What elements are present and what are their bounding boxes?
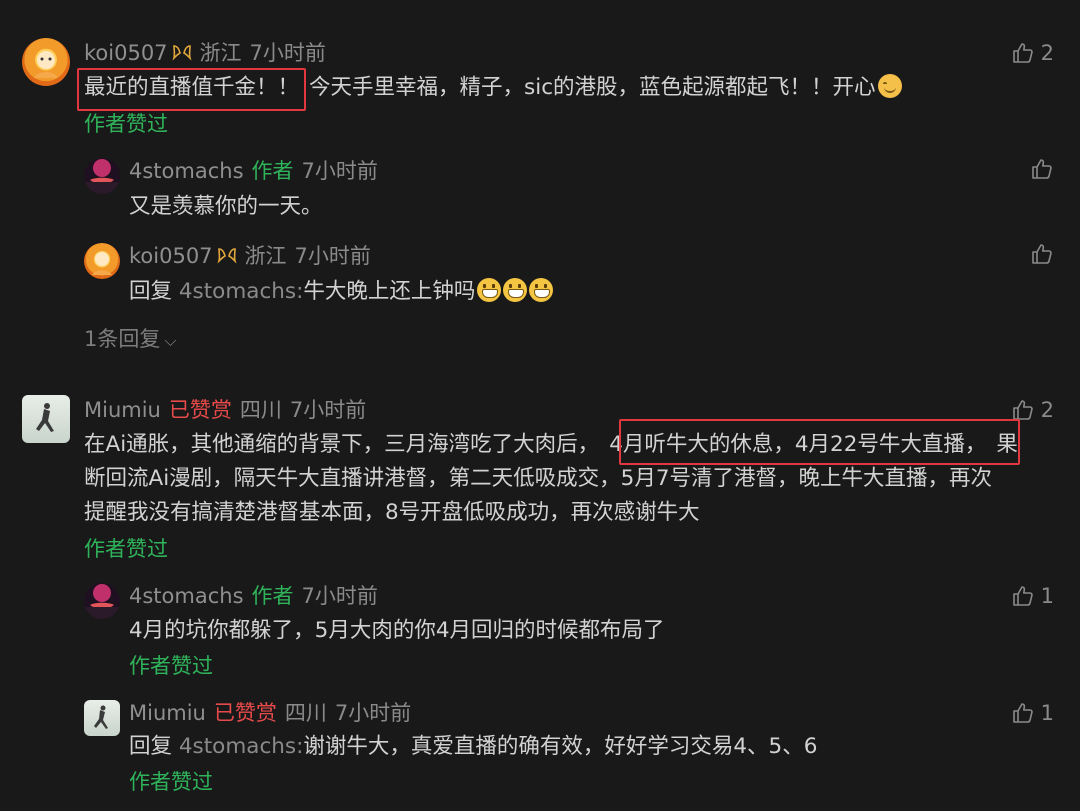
- smile-emoji-icon: [877, 74, 902, 98]
- location: 四川: [239, 398, 282, 422]
- comment-text-line-1: 在Ai通胀，其他通缩的背景下，三月海湾吃了大肉后， 4月听牛大的休息，4月22号牛…: [84, 428, 1018, 462]
- gold-ribbon-badge-icon: [217, 244, 237, 272]
- grin-emoji-icon: [503, 278, 528, 302]
- tipped-tag: 已赞赏: [168, 398, 232, 422]
- comment-text-line-3: 提醒我没有搞清楚港督基本面，8号开盘低吸成功，再次感谢牛大: [84, 500, 700, 525]
- reply-body: 牛大晚上还上钟吗: [303, 279, 476, 304]
- comment-text-line-2: 断回流Ai漫剧，隔天牛大直播讲港督，第二天低吸成交，5月7号清了港督，晚上牛大直…: [84, 466, 993, 491]
- grin-emoji-icon: [529, 278, 554, 302]
- highlighted-text: 最近的直播值千金！！: [84, 75, 300, 100]
- thumbs-up-icon: [1011, 701, 1035, 725]
- like-button[interactable]: [1030, 242, 1054, 266]
- reply-text: 回复 4stomachs:谢谢牛大，真爱直播的确有效，好好学习交易4、5、6: [129, 730, 817, 764]
- avatar-koi0507[interactable]: [84, 243, 120, 279]
- like-button[interactable]: 1: [1011, 582, 1054, 610]
- avatar-4stomachs[interactable]: [84, 583, 120, 619]
- avatar-4stomachs[interactable]: [84, 158, 120, 194]
- avatar-miumiu[interactable]: [84, 700, 120, 736]
- text-segment: 果: [996, 432, 1018, 457]
- comment-text: 最近的直播值千金！！ 今天手里幸福，精子，sic的港股，蓝色起源都起飞！！开心: [84, 71, 902, 105]
- timestamp: 7小时前: [249, 41, 326, 65]
- timestamp: 7小时前: [301, 159, 378, 183]
- author-tag: 作者: [251, 584, 294, 608]
- like-count: 1: [1040, 701, 1054, 725]
- location: 浙江: [199, 41, 242, 65]
- reply-mention[interactable]: 4stomachs:: [179, 279, 303, 304]
- reply-prefix: 回复: [129, 734, 173, 759]
- more-replies-label: 1条回复: [84, 327, 161, 351]
- reply-meta: Miumiu 已赞赏 四川 7小时前: [129, 699, 411, 727]
- username[interactable]: Miumiu: [84, 398, 161, 422]
- text-segment: 在Ai通胀，其他通缩的背景下，三月海湾吃了大肉后，: [84, 432, 600, 457]
- reply-meta: 4stomachs 作者 7小时前: [129, 582, 378, 610]
- like-count: 2: [1040, 41, 1054, 65]
- thumbs-up-icon: [1030, 242, 1054, 266]
- avatar-miumiu[interactable]: [22, 395, 70, 443]
- location: 浙江: [244, 244, 287, 268]
- like-button[interactable]: 2: [1011, 39, 1054, 67]
- reply-prefix: 回复: [129, 279, 173, 304]
- grin-emoji-icon: [477, 278, 502, 302]
- username[interactable]: koi0507: [129, 244, 213, 268]
- reply-text: 回复 4stomachs:牛大晚上还上钟吗: [129, 275, 554, 309]
- more-replies-link[interactable]: 1条回复 ⌵: [84, 325, 177, 355]
- comment-meta: Miumiu 已赞赏 四川 7小时前: [84, 396, 366, 424]
- thumbs-up-icon: [1011, 41, 1035, 65]
- reply-body: 谢谢牛大，真爱直播的确有效，好好学习交易4、5、6: [303, 734, 818, 759]
- username[interactable]: 4stomachs: [129, 159, 244, 183]
- avatar-koi0507[interactable]: [22, 38, 70, 86]
- username[interactable]: 4stomachs: [129, 584, 244, 608]
- reply-text: 4月的坑你都躲了，5月大肉的你4月回归的时候都布局了: [129, 618, 665, 643]
- thumbs-up-icon: [1011, 584, 1035, 608]
- tipped-tag: 已赞赏: [213, 701, 277, 725]
- username[interactable]: Miumiu: [129, 701, 206, 725]
- author-liked-label: 作者赞过: [129, 770, 213, 794]
- chevron-down-icon: ⌵: [164, 331, 177, 350]
- like-button[interactable]: 1: [1011, 699, 1054, 727]
- username[interactable]: koi0507: [84, 41, 168, 65]
- author-tag: 作者: [251, 159, 294, 183]
- timestamp: 7小时前: [334, 701, 412, 725]
- comment-text-rest: 今天手里幸福，精子，sic的港股，蓝色起源都起飞！！开心: [309, 75, 876, 100]
- author-liked-label: 作者赞过: [84, 537, 168, 561]
- author-liked-label: 作者赞过: [84, 112, 168, 136]
- like-button[interactable]: 2: [1011, 396, 1054, 424]
- reply-meta: 4stomachs 作者 7小时前: [129, 157, 378, 185]
- like-count: 1: [1040, 584, 1054, 608]
- thumbs-up-icon: [1011, 398, 1035, 422]
- comment-meta: koi0507 浙江 7小时前: [84, 39, 326, 69]
- location: 四川: [284, 701, 327, 725]
- gold-ribbon-badge-icon: [172, 41, 192, 69]
- timestamp: 7小时前: [294, 244, 371, 268]
- thumbs-up-icon: [1030, 157, 1054, 181]
- timestamp: 7小时前: [301, 584, 378, 608]
- author-liked-label: 作者赞过: [129, 654, 213, 678]
- like-count: 2: [1040, 398, 1054, 422]
- reply-mention[interactable]: 4stomachs:: [179, 734, 303, 759]
- reply-meta: koi0507 浙江 7小时前: [129, 242, 371, 272]
- highlighted-text: 4月听牛大的休息，4月22号牛大直播，: [609, 432, 987, 457]
- reply-text: 又是羡慕你的一天。: [129, 194, 323, 219]
- timestamp: 7小时前: [289, 398, 367, 422]
- like-button[interactable]: [1030, 157, 1054, 181]
